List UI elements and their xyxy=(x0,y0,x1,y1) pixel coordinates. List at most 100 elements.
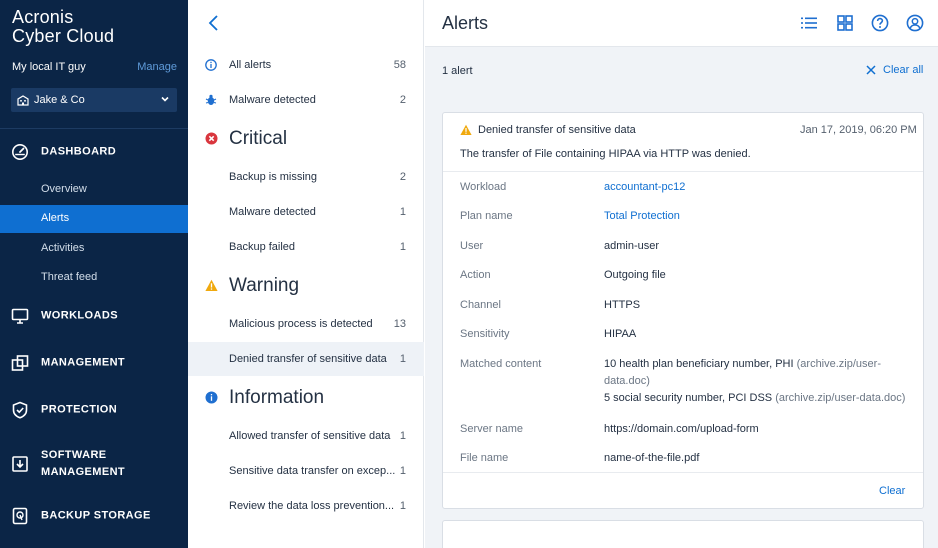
alert-card-next xyxy=(442,520,924,548)
warning-triangle-icon xyxy=(205,279,218,291)
group-heading-label: Critical xyxy=(229,128,288,149)
grid-view-icon[interactable] xyxy=(836,14,854,32)
alert-filter-count: 1 xyxy=(399,206,406,218)
field-label-file: File name xyxy=(460,452,509,464)
field-label-sensitivity: Sensitivity xyxy=(460,328,510,340)
alert-filter-label: Sensitive data transfer on excep... xyxy=(229,465,396,477)
alert-filter-count: 1 xyxy=(399,430,406,442)
field-value-sensitivity: HIPAA xyxy=(604,328,637,340)
alert-filter-backup-failed[interactable]: Backup failed 1 xyxy=(188,230,424,264)
alert-filter-label: Allowed transfer of sensitive data xyxy=(229,430,391,442)
bug-icon xyxy=(205,94,217,105)
sidebar-item-overview[interactable]: Overview xyxy=(0,176,188,204)
field-value-user: admin-user xyxy=(604,240,660,252)
field-value-matched-content: 10 health plan beneficiary number, PHI (… xyxy=(604,356,912,407)
alert-filter-count: 2 xyxy=(399,171,406,183)
alert-filter-denied-transfer[interactable]: Denied transfer of sensitive data 1 xyxy=(188,342,424,376)
field-label-workload: Workload xyxy=(460,181,507,193)
alert-filter-label: Review the data loss prevention... xyxy=(229,500,395,512)
alert-filter-malicious-process[interactable]: Malicious process is detected 13 xyxy=(188,307,424,341)
alert-filter-label: Malicious process is detected xyxy=(229,318,373,330)
nav-section-dashboard[interactable]: DASHBOARD xyxy=(0,137,188,167)
critical-error-icon xyxy=(205,132,218,145)
sidebar: Acronis Cyber Cloud My local IT guy Mana… xyxy=(0,0,188,548)
nav-section-label: PROTECTION xyxy=(41,403,118,416)
shield-icon xyxy=(12,401,28,419)
nav-section-label: DASHBOARD xyxy=(41,145,117,158)
tenant-selector[interactable]: Jake & Co xyxy=(11,88,177,112)
clear-all-label: Clear all xyxy=(883,64,924,76)
matched-item-text: 5 social security number, PCI DSS xyxy=(604,392,776,404)
card-divider xyxy=(443,171,923,172)
sidebar-divider xyxy=(0,128,188,129)
alert-filter-label: Denied transfer of sensitive data xyxy=(229,353,387,365)
field-value-action: Outgoing file xyxy=(604,269,666,281)
alert-filter-label: Backup is missing xyxy=(229,171,318,183)
back-arrow-icon[interactable] xyxy=(206,14,222,32)
nav-section-software-management[interactable]: SOFTWARE MANAGEMENT xyxy=(0,445,188,483)
field-label-server: Server name xyxy=(460,423,523,435)
software-download-icon xyxy=(12,456,28,472)
monitor-icon xyxy=(11,308,29,324)
manage-link[interactable]: Manage xyxy=(137,61,177,73)
storage-icon xyxy=(12,507,28,525)
sidebar-item-threat-feed[interactable]: Threat feed xyxy=(0,264,188,292)
help-icon[interactable] xyxy=(871,14,889,32)
alert-filter-count: 2 xyxy=(399,94,406,106)
matched-content-line: 5 social security number, PCI DSS (archi… xyxy=(604,390,912,407)
sidebar-item-activities[interactable]: Activities xyxy=(0,235,188,263)
sidebar-item-label: Activities xyxy=(41,242,85,254)
account-name: My local IT guy xyxy=(12,61,86,73)
nav-section-label: MANAGEMENT xyxy=(41,356,126,369)
alert-count: 1 alert xyxy=(442,65,473,77)
nav-section-backup-storage[interactable]: BACKUP STORAGE xyxy=(0,501,188,531)
group-heading-label: Warning xyxy=(229,275,300,296)
sidebar-item-label: Overview xyxy=(41,183,87,195)
nav-section-protection[interactable]: PROTECTION xyxy=(0,395,188,425)
card-divider xyxy=(443,472,923,473)
management-icon xyxy=(11,355,29,371)
brand-line-1: Acronis xyxy=(12,7,74,27)
alert-filter-all[interactable]: All alerts 58 xyxy=(188,48,424,82)
list-view-icon[interactable] xyxy=(800,14,818,32)
sidebar-item-label: Alerts xyxy=(41,212,70,224)
alert-filter-count: 13 xyxy=(393,318,406,330)
user-account-icon[interactable] xyxy=(906,14,924,32)
field-label-plan: Plan name xyxy=(460,210,513,222)
building-icon xyxy=(17,95,29,106)
alert-filter-transfer-exception[interactable]: Sensitive data transfer on excep... 1 xyxy=(188,454,424,488)
alert-filter-label: Malware detected xyxy=(229,206,316,218)
alert-title: Denied transfer of sensitive data xyxy=(478,124,636,136)
alert-filter-malware-critical[interactable]: Malware detected 1 xyxy=(188,195,424,229)
alert-filter-review-dlp[interactable]: Review the data loss prevention... 1 xyxy=(188,489,424,523)
field-label-channel: Channel xyxy=(460,299,501,311)
nav-section-label: BACKUP STORAGE xyxy=(41,509,151,522)
sidebar-item-alerts[interactable]: Alerts xyxy=(0,205,188,233)
field-label-user: User xyxy=(460,240,484,252)
alert-timestamp: Jan 17, 2019, 06:20 PM xyxy=(800,124,917,136)
brand-logo[interactable]: Acronis Cyber Cloud xyxy=(12,8,114,46)
info-icon xyxy=(205,59,217,71)
nav-section-workloads[interactable]: WORKLOADS xyxy=(0,301,188,331)
close-icon xyxy=(866,65,876,75)
field-label-action: Action xyxy=(460,269,491,281)
clear-alert-button[interactable]: Clear xyxy=(879,485,905,497)
nav-section-label-line-2: MANAGEMENT xyxy=(41,466,126,478)
nav-section-management[interactable]: MANAGEMENT xyxy=(0,348,188,378)
nav-section-label: WORKLOADS xyxy=(41,309,118,322)
alert-filter-label: All alerts xyxy=(229,59,272,71)
tenant-name: Jake & Co xyxy=(34,94,85,106)
plan-link[interactable]: Total Protection xyxy=(604,208,912,225)
alert-filter-malware[interactable]: Malware detected 2 xyxy=(188,83,424,117)
alert-filter-count: 1 xyxy=(399,500,406,512)
workload-link[interactable]: accountant-pc12 xyxy=(604,179,912,196)
alert-filter-label: Malware detected xyxy=(229,94,316,106)
alert-filter-allowed-transfer[interactable]: Allowed transfer of sensitive data 1 xyxy=(188,419,424,453)
alert-filter-count: 58 xyxy=(393,59,406,71)
warning-triangle-icon xyxy=(460,124,472,135)
alert-filter-count: 1 xyxy=(399,353,406,365)
nav-section-label: SOFTWARE xyxy=(41,449,107,461)
field-value-file: name-of-the-file.pdf xyxy=(604,452,700,464)
alert-filter-backup-missing[interactable]: Backup is missing 2 xyxy=(188,160,424,194)
alert-filter-count: 1 xyxy=(399,241,406,253)
